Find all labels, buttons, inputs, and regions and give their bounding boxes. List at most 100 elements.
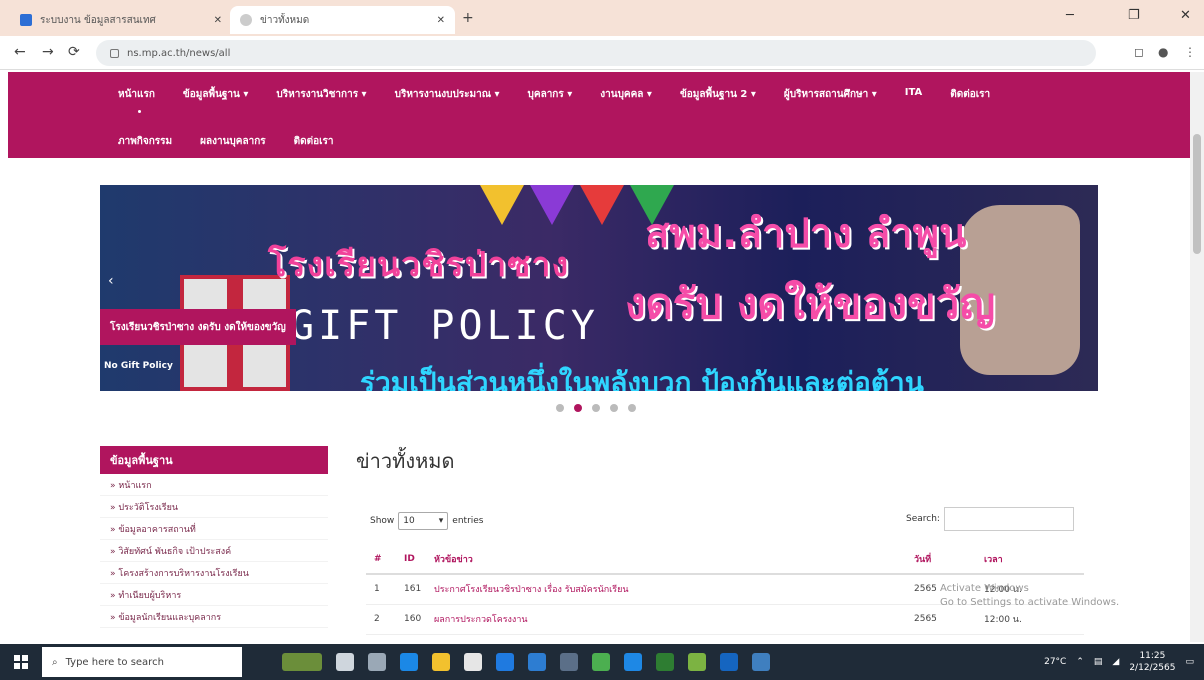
kebab-menu-icon[interactable]: ⋮: [1184, 45, 1196, 59]
carousel-indicators: [556, 404, 636, 412]
url-input[interactable]: ns.mp.ac.th/news/all: [96, 40, 1096, 66]
carousel-dot[interactable]: [592, 404, 600, 412]
search-input[interactable]: [943, 507, 1074, 531]
page-favicon-icon: [240, 14, 252, 26]
sidebar-item-history[interactable]: » ประวัติโรงเรียน: [100, 496, 328, 518]
back-arrow-icon[interactable]: ←: [14, 44, 26, 60]
forward-arrow-icon[interactable]: →: [42, 44, 54, 60]
entries-select-value: 10: [403, 516, 415, 526]
sidebar-item-buildings[interactable]: » ข้อมูลอาคารสถานที่: [100, 518, 328, 540]
file-explorer-icon[interactable]: [432, 653, 450, 671]
browser-tab-1[interactable]: ระบบงาน ข้อมูลสารสนเทศ ✕: [10, 6, 232, 34]
carousel-prev-icon[interactable]: ‹: [108, 273, 114, 289]
browser-tab-2[interactable]: ข่าวทั้งหมด ✕: [230, 6, 455, 34]
reload-icon[interactable]: ⟳: [68, 44, 80, 60]
app-icon[interactable]: [752, 653, 770, 671]
news-link[interactable]: ประกาศโรงเรียนวชิรป่าซาง เรื่อง รับสมัคร…: [426, 574, 906, 605]
close-window-button[interactable]: ✕: [1180, 8, 1191, 23]
task-view-icon[interactable]: [336, 653, 354, 671]
menu-item-academic[interactable]: บริหารงานวิชาการ ▾: [276, 87, 366, 102]
mail-icon[interactable]: [560, 653, 578, 671]
scrollbar-thumb[interactable]: [1193, 134, 1201, 254]
address-bar-row: ← → ⟳ ns.mp.ac.th/news/all ◻ ● ⋮: [0, 36, 1204, 70]
menu-item-contact-2[interactable]: ติดต่อเรา: [294, 134, 334, 149]
profile-avatar-icon[interactable]: ●: [1158, 45, 1168, 59]
page-title: ข่าวทั้งหมด: [356, 449, 455, 473]
excel-icon[interactable]: [656, 653, 674, 671]
word-icon[interactable]: [624, 653, 642, 671]
carousel-dot[interactable]: [556, 404, 564, 412]
close-tab-icon[interactable]: ✕: [437, 15, 445, 26]
sidebar-item-home[interactable]: » หน้าแรก: [100, 474, 328, 496]
sidebar-item-vision[interactable]: » วิสัยทัศน์ พันธกิจ เป้าประสงค์: [100, 540, 328, 562]
close-tab-icon[interactable]: ✕: [214, 15, 222, 26]
notification-icon[interactable]: ▭: [1185, 657, 1194, 667]
menu-item-home[interactable]: หน้าแรก: [118, 87, 155, 102]
browser-tab-bar: ระบบงาน ข้อมูลสารสนเทศ ✕ ข่าวทั้งหมด ✕ +…: [0, 0, 1204, 36]
windows-start-icon[interactable]: [14, 655, 28, 669]
menu-item-basic-info-2[interactable]: ข้อมูลพื้นฐาน 2 ▾: [680, 87, 756, 102]
page-scrollbar[interactable]: [1190, 72, 1204, 642]
sidebar-item-executives[interactable]: » ทำเนียบผู้บริหาร: [100, 584, 328, 606]
menu-item-hr[interactable]: งานบุคคล ▾: [600, 87, 652, 102]
decor-pennant: [480, 185, 524, 225]
extension-icon[interactable]: ◻: [1134, 45, 1144, 59]
taskbar-widget-image-icon[interactable]: [282, 653, 322, 671]
sidebar-item-students[interactable]: » ข้อมูลนักเรียนและบุคลากร: [100, 606, 328, 628]
search-icon: ⌕: [52, 656, 58, 668]
app-icon[interactable]: [528, 653, 546, 671]
menu-item-executives[interactable]: ผู้บริหารสถานศึกษา ▾: [784, 87, 877, 102]
table-cell: 160: [396, 604, 426, 635]
menu-item-basic-info[interactable]: ข้อมูลพื้นฐาน ▾: [183, 87, 248, 102]
carousel-dot[interactable]: [610, 404, 618, 412]
menu-item-personnel[interactable]: บุคลากร ▾: [528, 87, 573, 102]
new-tab-button[interactable]: +: [462, 10, 474, 26]
widgets-icon[interactable]: [368, 653, 386, 671]
table-header-row: # ID หัวข้อข่าว วันที่ เวลา: [366, 544, 1084, 575]
entries-select[interactable]: 10 ▾: [398, 512, 449, 530]
tab-title: ข่าวทั้งหมด: [260, 14, 310, 26]
hero-carousel[interactable]: GIFT POLICY โรงเรียนวชิรป่าซาง สพม.ลำปาง…: [100, 185, 1098, 391]
chevron-up-icon[interactable]: ⌃: [1076, 657, 1084, 667]
network-icon[interactable]: ▤: [1094, 657, 1103, 667]
minimize-button[interactable]: ─: [1066, 8, 1074, 23]
column-header[interactable]: ID: [396, 544, 426, 575]
sidebar: ข้อมูลพื้นฐาน » หน้าแรก » ประวัติโรงเรีย…: [100, 446, 328, 628]
column-header[interactable]: #: [366, 544, 396, 575]
banner-subcaption: No Gift Policy: [104, 361, 173, 371]
decor-pennant: [580, 185, 624, 225]
sidebar-item-structure[interactable]: » โครงสร้างการบริหารงานโรงเรียน: [100, 562, 328, 584]
menu-item-ita[interactable]: ITA: [905, 87, 923, 102]
column-header[interactable]: วันที่: [906, 544, 976, 575]
volume-icon[interactable]: ◢: [1112, 657, 1119, 667]
carousel-dot-active[interactable]: [574, 404, 582, 412]
chrome-icon[interactable]: [592, 653, 610, 671]
banner-caption: โรงเรียนวชิรป่าซาง งดรับ งดให้ของขวัญ: [100, 309, 296, 345]
menu-item-works[interactable]: ผลงานบุคลากร: [200, 134, 266, 149]
column-header[interactable]: เวลา: [976, 544, 1084, 575]
menu-item-contact[interactable]: ติดต่อเรา: [950, 87, 990, 102]
menu-bullet: [138, 110, 141, 113]
banner-school-name: โรงเรียนวชิรป่าซาง: [268, 245, 570, 285]
restore-button[interactable]: ❐: [1128, 8, 1140, 23]
app-icon[interactable]: [720, 653, 738, 671]
lock-icon: [110, 48, 119, 58]
ie-icon[interactable]: [496, 653, 514, 671]
column-header[interactable]: หัวข้อข่าว: [426, 544, 906, 575]
app-icon[interactable]: [688, 653, 706, 671]
clock[interactable]: 11:25 2/12/2565: [1129, 650, 1175, 674]
watermark-line-2: Go to Settings to activate Windows.: [940, 597, 1120, 608]
site-favicon-icon: [20, 14, 32, 26]
taskbar-search-box[interactable]: ⌕ Type here to search: [42, 647, 242, 677]
carousel-dot[interactable]: [628, 404, 636, 412]
news-link[interactable]: ผลการประกวดโครงงาน: [426, 604, 906, 635]
entries-label: entries: [452, 516, 484, 526]
menu-item-budget[interactable]: บริหารงานงบประมาณ ▾: [395, 87, 500, 102]
edge-icon[interactable]: [400, 653, 418, 671]
weather-text[interactable]: 27°C: [1044, 657, 1066, 667]
menu-item-gallery[interactable]: ภาพกิจกรรม: [118, 134, 172, 149]
clock-date: 2/12/2565: [1129, 663, 1176, 673]
store-icon[interactable]: [464, 653, 482, 671]
system-tray: 27°C ⌃ ▤ ◢ 11:25 2/12/2565 ▭: [1044, 644, 1194, 680]
url-text: ns.mp.ac.th/news/all: [127, 47, 231, 59]
